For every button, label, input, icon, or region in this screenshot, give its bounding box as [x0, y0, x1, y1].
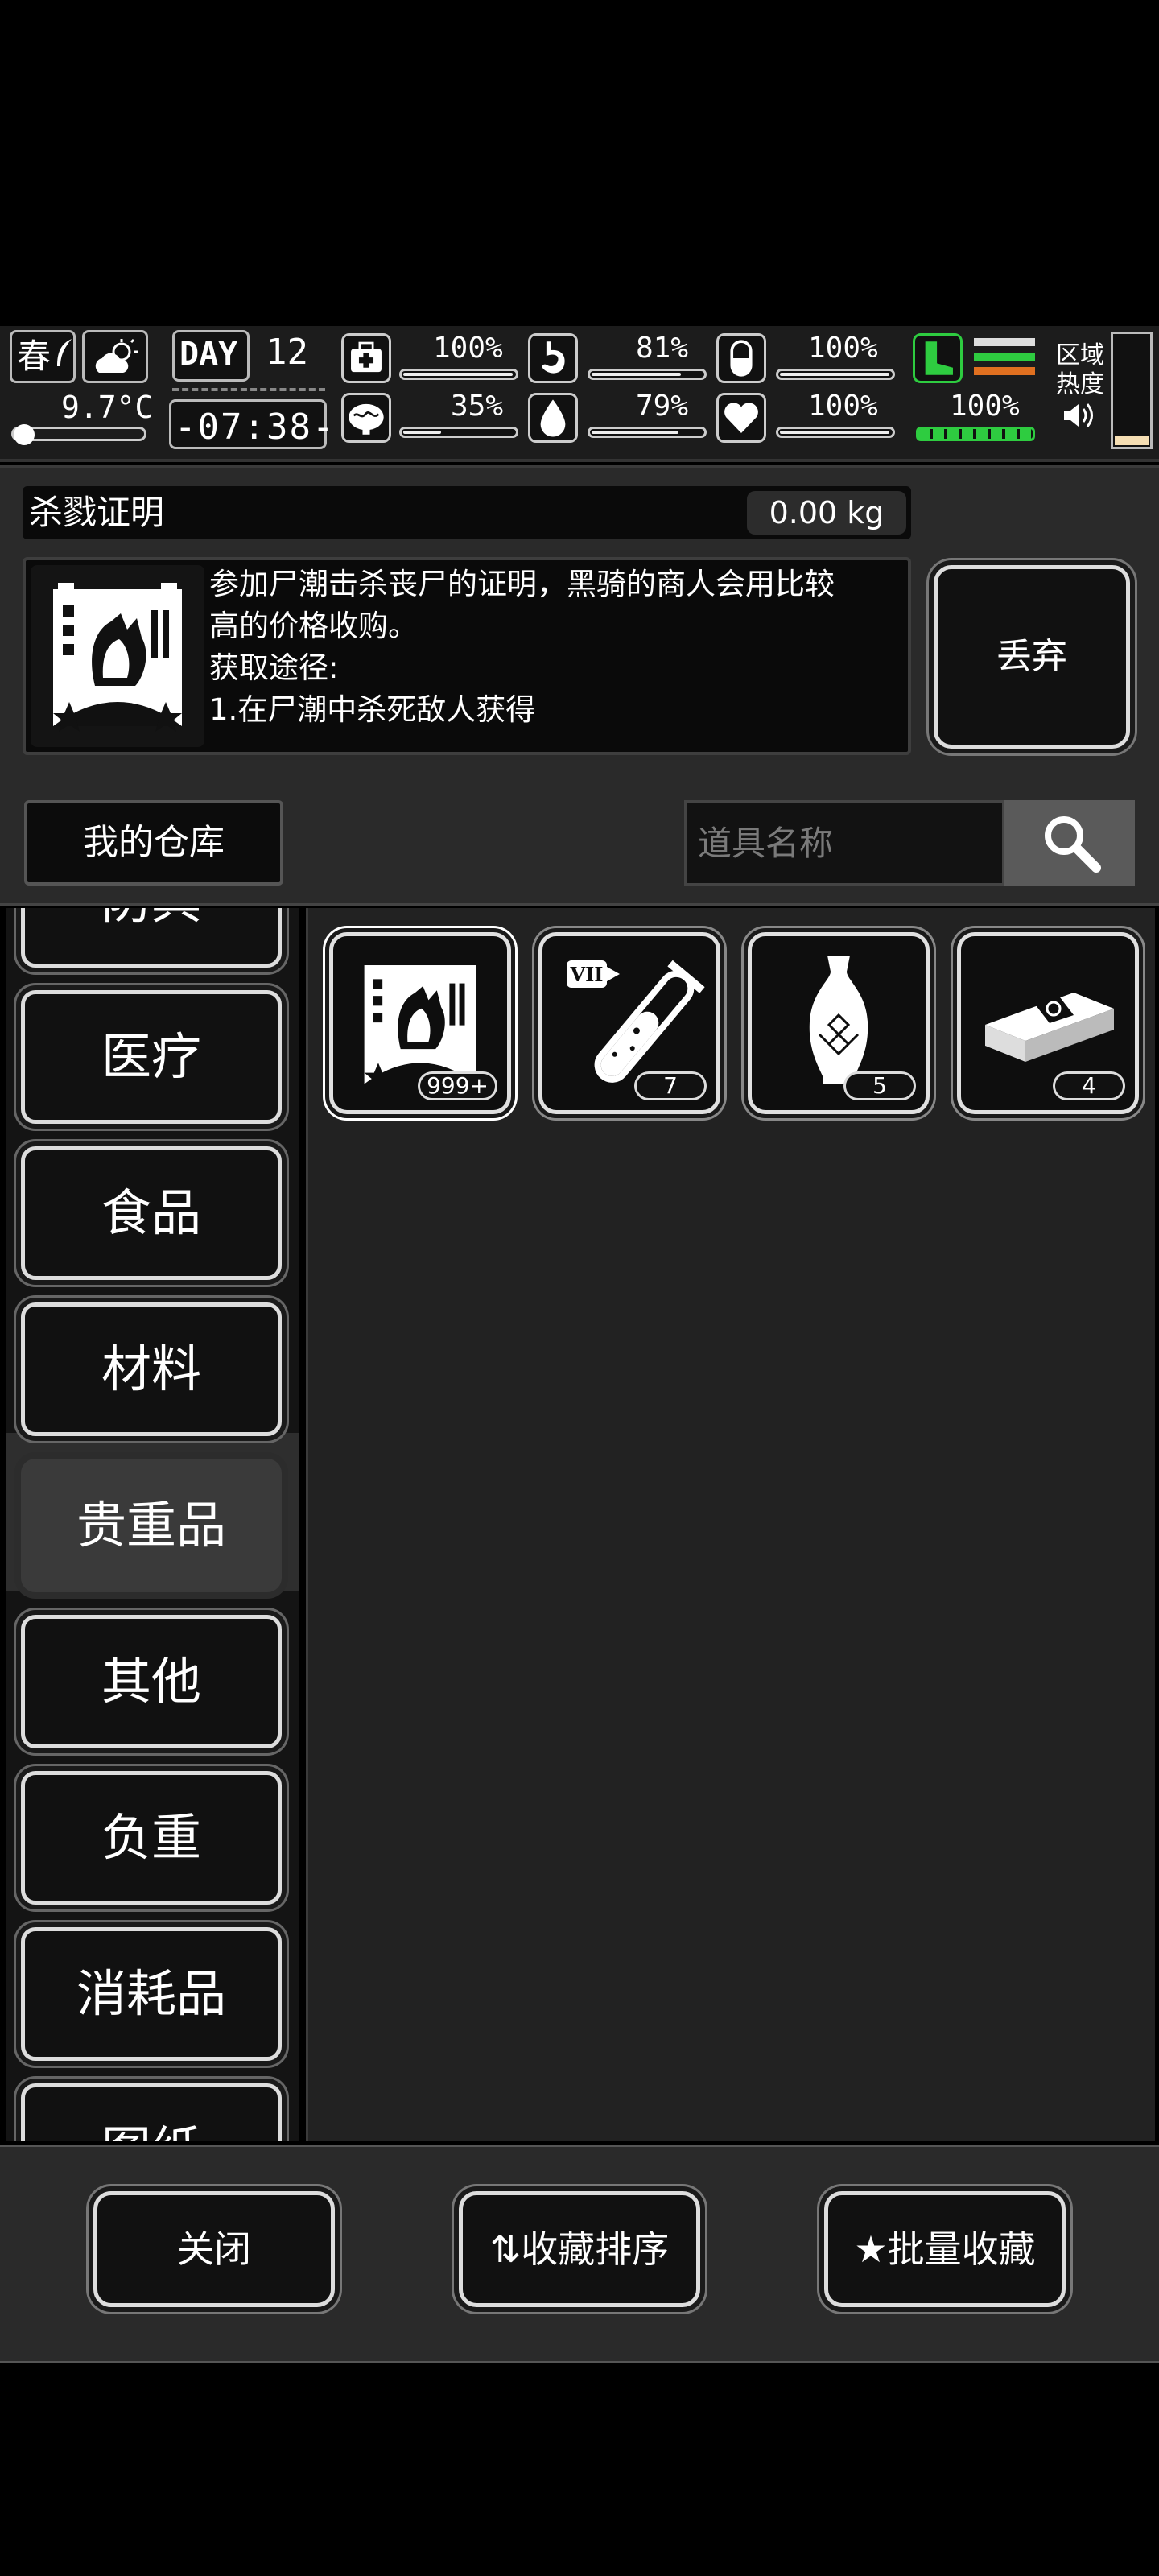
- discard-button[interactable]: 丢弃: [934, 565, 1130, 749]
- temperature-readout: 9.7°C: [61, 390, 154, 425]
- boot-icon: [913, 333, 963, 383]
- favorite-sort-label: 收藏排序: [521, 2227, 670, 2271]
- item-title: 杀戮证明: [29, 493, 165, 532]
- feather-icon: [57, 339, 72, 366]
- batch-favorite-button[interactable]: ★批量收藏: [824, 2191, 1066, 2307]
- clock-readout: -07:38-: [175, 407, 336, 448]
- item-description: 参加尸潮击杀丧尸的证明，黑骑的商人会用比较 高的价格收购。 获取途径: 1.在尸…: [209, 567, 835, 727]
- season-label: 春: [17, 336, 52, 376]
- item-slot-cash[interactable]: 4: [957, 932, 1139, 1114]
- clock-box: -07:38-: [169, 399, 333, 449]
- season-indicator: 春: [10, 330, 76, 383]
- category-blueprints[interactable]: 图纸: [21, 2083, 282, 2141]
- kill-proof-card-icon: [31, 565, 204, 747]
- weather-indicator: [82, 330, 148, 383]
- immunity-bar: [776, 369, 895, 380]
- search-icon: [1045, 816, 1101, 873]
- speaker-icon[interactable]: [1061, 399, 1098, 431]
- hunger-bar: [588, 369, 707, 380]
- item-count-badge: 999+: [418, 1071, 497, 1100]
- day-progress: [172, 388, 325, 399]
- sort-arrows-icon: ⇅: [489, 2227, 522, 2271]
- heart-icon: [716, 393, 766, 443]
- item-slot-kill-proof[interactable]: 999+: [329, 932, 511, 1114]
- hunger-value: 81%: [636, 332, 689, 365]
- zone-heat-label: 区域 热度: [1056, 341, 1104, 398]
- partly-cloudy-icon: [95, 338, 138, 373]
- stamina-bar: [916, 427, 1035, 441]
- category-food[interactable]: 食品: [21, 1146, 282, 1280]
- favorite-sort-button[interactable]: ⇅收藏排序: [459, 2191, 700, 2307]
- item-search-input[interactable]: [684, 800, 1004, 886]
- thirst-value: 79%: [636, 390, 689, 423]
- item-slot-test-tube[interactable]: VII 7: [538, 932, 720, 1114]
- brain-icon: [341, 393, 391, 443]
- category-sidebar[interactable]: 防具 医疗 食品 材料 贵重品 其他 负重 消耗品 图纸: [6, 908, 299, 2141]
- stamina-line-white: [974, 338, 1035, 346]
- day-label: DAY: [179, 336, 238, 373]
- svg-text:VII: VII: [569, 963, 603, 986]
- item-slot-vase[interactable]: 5: [748, 932, 930, 1114]
- day-badge: DAY: [172, 330, 250, 382]
- stomach-icon: [528, 333, 578, 383]
- pill-icon: [716, 333, 766, 383]
- stamina-value: 100%: [950, 390, 1020, 423]
- category-other[interactable]: 其他: [21, 1615, 282, 1748]
- category-medical[interactable]: 医疗: [21, 990, 282, 1124]
- water-drop-icon: [528, 393, 578, 443]
- mental-value: 35%: [451, 390, 504, 423]
- category-consumables[interactable]: 消耗品: [21, 1927, 282, 2061]
- close-label: 关闭: [177, 2227, 251, 2271]
- item-grid: 999+ VII 7 5 4: [306, 908, 1155, 2141]
- close-button[interactable]: 关闭: [93, 2191, 335, 2307]
- item-count-badge: 7: [634, 1071, 707, 1100]
- day-number: 12: [266, 332, 308, 373]
- immunity-value: 100%: [808, 332, 878, 365]
- item-count-badge: 5: [843, 1071, 916, 1100]
- medkit-icon: [341, 333, 391, 383]
- star-icon: ★: [854, 2227, 888, 2271]
- search-button[interactable]: [1004, 800, 1135, 886]
- mood-value: 100%: [808, 390, 878, 423]
- category-valuables[interactable]: 贵重品: [21, 1459, 282, 1592]
- temperature-bar: [11, 424, 146, 445]
- stamina-line-orange: [974, 367, 1035, 375]
- health-value: 100%: [433, 332, 503, 365]
- category-materials[interactable]: 材料: [21, 1302, 282, 1436]
- item-count-badge: 4: [1053, 1071, 1125, 1100]
- mental-bar: [399, 427, 518, 438]
- stamina-line-green: [974, 353, 1035, 361]
- warehouse-title: 我的仓库: [24, 800, 283, 886]
- batch-favorite-label: 批量收藏: [887, 2227, 1036, 2271]
- health-bar: [399, 369, 518, 380]
- category-load[interactable]: 负重: [21, 1771, 282, 1905]
- mood-bar: [776, 427, 895, 438]
- item-weight: 0.00 kg: [747, 491, 906, 535]
- category-armor[interactable]: 防具: [21, 908, 282, 968]
- zone-heat-meter: [1111, 332, 1153, 449]
- thirst-bar: [588, 427, 707, 438]
